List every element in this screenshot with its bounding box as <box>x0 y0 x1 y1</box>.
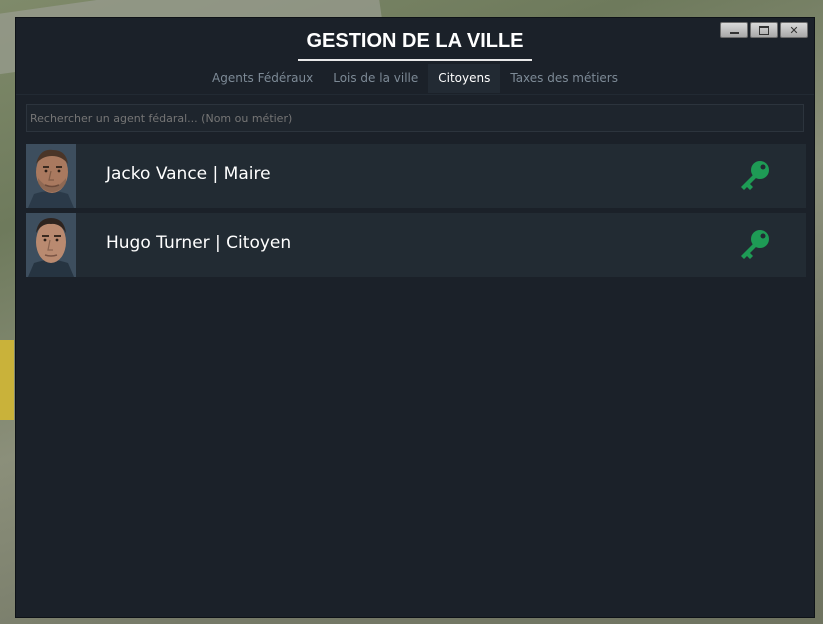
tab-divider <box>16 94 814 95</box>
citizen-name: Hugo Turner | Citoyen <box>106 233 292 253</box>
search-input[interactable] <box>26 104 804 132</box>
city-management-window: ✕ GESTION DE LA VILLE Agents Fédéraux Lo… <box>15 17 815 618</box>
citizen-name: Jacko Vance | Maire <box>106 164 271 184</box>
title-wrap: GESTION DE LA VILLE <box>16 28 814 61</box>
key-icon <box>741 161 769 190</box>
tab-bar: Agents Fédéraux Lois de la ville Citoyen… <box>16 64 814 93</box>
avatar <box>26 144 76 208</box>
list-item: Jacko Vance | Maire <box>26 144 806 208</box>
avatar <box>26 213 76 277</box>
tab-agents-federaux[interactable]: Agents Fédéraux <box>202 64 323 93</box>
window-title: GESTION DE LA VILLE <box>298 28 532 61</box>
key-button[interactable] <box>738 228 772 262</box>
key-button[interactable] <box>738 159 772 193</box>
tab-taxes-des-metiers[interactable]: Taxes des métiers <box>500 64 628 93</box>
citizen-list: Jacko Vance | Maire Hugo Turner | Citoye… <box>26 144 806 282</box>
tab-citoyens[interactable]: Citoyens <box>428 64 501 93</box>
tab-lois-de-la-ville[interactable]: Lois de la ville <box>323 64 428 93</box>
key-icon <box>741 230 769 259</box>
background-road-marking <box>0 340 14 420</box>
list-item: Hugo Turner | Citoyen <box>26 213 806 277</box>
